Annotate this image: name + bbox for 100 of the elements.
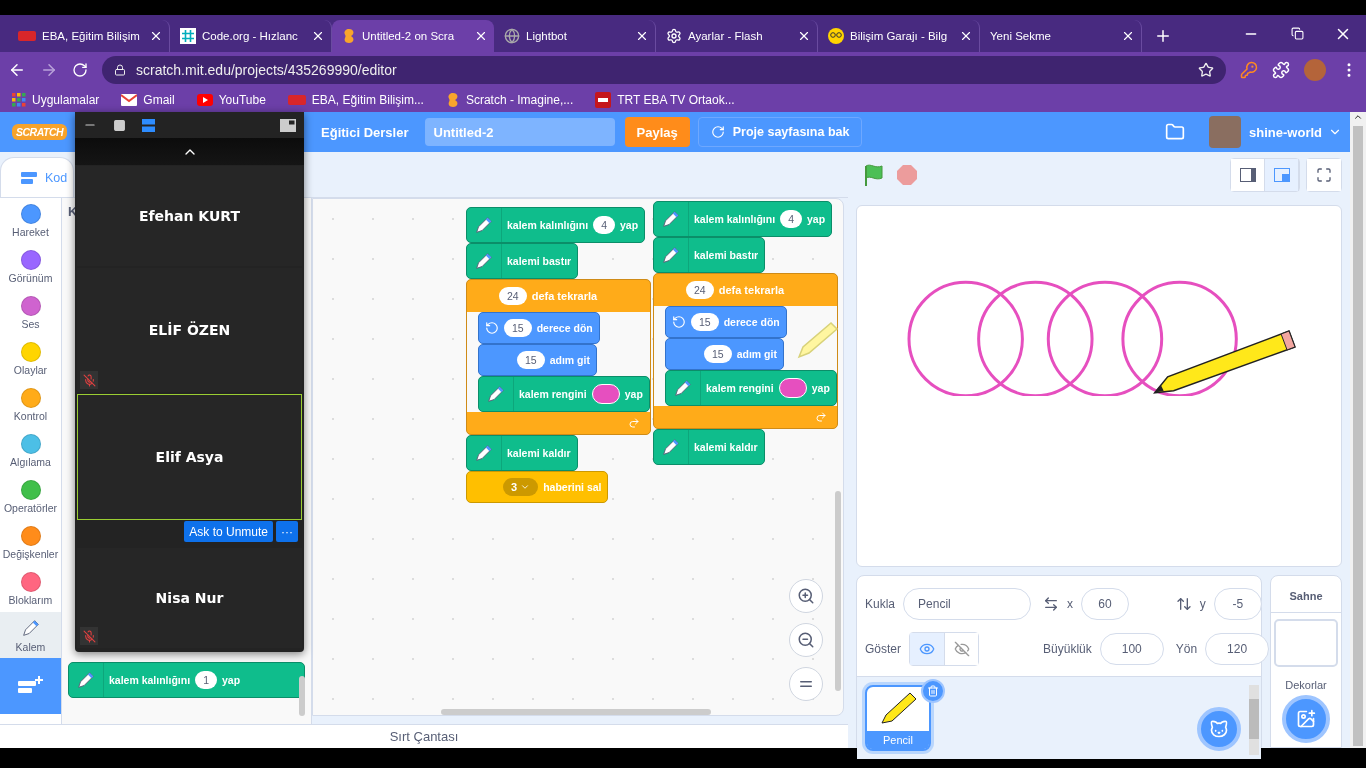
participant-name: ELİF ÖZEN [148,322,231,338]
show-label: Göster [865,642,901,656]
add-backdrop-button[interactable] [1282,695,1330,743]
pen-icon [660,436,682,458]
hide-button[interactable] [944,633,978,665]
add-sprite-button[interactable] [1197,707,1241,751]
code-block[interactable]: 15 derece dön [665,306,787,338]
close-icon[interactable] [1121,29,1135,43]
vertical-arrow-icon [1175,596,1192,612]
address-bar[interactable]: scratch.mit.edu/projects/435269990/editor [102,56,1226,84]
flag-icon[interactable] [862,162,886,187]
category-item[interactable]: Değişkenler [0,520,61,566]
code-block[interactable]: 15 adım git [478,344,597,376]
zoom-in-button[interactable] [789,579,823,613]
y-field[interactable]: -5 [1213,588,1262,620]
repeat-block[interactable]: 24 defa tekrarla 15 derece dön 15 adım git kalem rengini yap [653,273,838,429]
number-input[interactable]: 15 [504,319,532,337]
block-label: kalemi kaldır [694,441,758,453]
category-item[interactable]: Hareket [0,198,61,244]
url-text: scratch.mit.edu/projects/435269990/editor [136,62,397,78]
forward-icon[interactable] [40,61,58,79]
close-icon[interactable] [149,29,163,43]
new-tab-icon[interactable] [1154,27,1172,45]
number-input[interactable]: 4 [593,216,615,234]
bookmark-link[interactable]: Scratch - Imagine,... [445,92,574,108]
block-label: derece dön [536,322,593,334]
back-icon[interactable] [8,61,26,79]
tab-title: Ayarlar - Flash [688,30,764,42]
category-item[interactable]: Ses [0,290,61,336]
block-label: kalem kalınlığını [694,213,776,225]
x-field[interactable]: 60 [1081,588,1130,620]
repeat-block[interactable]: 24 defa tekrarla 15 derece dön 15 adım git kalem rengini yap [466,279,651,435]
number-input[interactable]: 24 [686,281,714,299]
close-icon[interactable] [797,29,811,43]
category-label: Hareket [12,226,49,238]
number-input[interactable]: 1 [195,671,217,689]
bookmark-link[interactable]: Uygulamalar [12,93,100,107]
category-item[interactable]: Operatörler [0,474,61,520]
code-block[interactable]: 15 adım git [665,338,784,370]
exit-view-icon[interactable] [280,118,296,132]
number-input[interactable]: 15 [704,345,732,363]
window-icon[interactable] [113,118,126,132]
bookmark-link[interactable]: EBA, Eğitim Bilişim... [287,93,424,107]
number-input[interactable]: 15 [517,351,545,369]
stage-thumbnail[interactable] [1274,619,1338,667]
x-label: x [1067,597,1074,611]
color-swatch[interactable] [591,384,620,404]
block-label: kalemi kaldır [507,447,571,459]
sprite-name-field[interactable]: Pencil [903,588,1032,620]
bookmark-link[interactable]: YouTube [196,93,266,107]
fullscreen-button[interactable] [1307,158,1341,191]
category-item[interactable]: Kontrol [0,382,61,428]
code-block[interactable]: kalem kalınlığını 4 yap [653,201,833,237]
folder-icon[interactable] [1165,122,1186,142]
category-item[interactable]: Algılama [0,428,61,474]
category-item[interactable]: Olaylar [0,336,61,382]
eye-icon [919,641,935,657]
block-label: yap [619,219,639,231]
add-extension-button[interactable] [0,658,61,714]
close-icon[interactable] [311,29,325,43]
category-item[interactable]: Görünüm [0,244,61,290]
key-icon[interactable] [1240,61,1258,79]
bookmark-star-icon[interactable] [1198,62,1214,78]
code-block[interactable]: 15 derece dön [478,312,600,344]
close-icon[interactable] [635,29,649,43]
zoom-in-icon [797,587,815,605]
backpack-bar[interactable]: Sırt Çantası [0,724,848,748]
reset-zoom-button[interactable] [789,667,823,701]
code-block[interactable]: kalem kalınlığını 4 yap [466,207,646,243]
category-label: Operatörler [3,502,58,514]
zoom-out-button[interactable] [789,623,823,657]
scrollbar-thumb[interactable] [1249,699,1259,739]
scrollbar-thumb[interactable] [1353,126,1363,746]
number-input[interactable]: 15 [691,313,719,331]
bookmark-link[interactable]: Gmail [121,93,175,107]
horizontal-arrow-icon [1043,596,1060,612]
close-icon[interactable] [474,29,488,43]
tab-title: EBA, Eğitim Bilişim [42,30,141,42]
category-item[interactable]: Bloklarım [0,566,61,612]
number-input[interactable]: 4 [780,210,802,228]
number-input[interactable]: 24 [499,287,527,305]
block-label: kalem kalınlığını [109,674,191,686]
stacked-view-icon[interactable] [142,118,155,132]
scroll-up-icon[interactable] [1353,112,1363,122]
color-swatch[interactable] [778,378,807,398]
delete-button[interactable] [921,679,945,703]
browser-tab[interactable]: Untitled-2 on Scra [332,20,494,52]
meeting-action-button[interactable]: Ask to Unmute [184,521,273,542]
category-label: Kontrol [13,410,48,422]
meeting-action-button[interactable]: ··· [276,521,298,542]
reload-icon[interactable] [72,62,88,78]
bookmark-link[interactable]: TRT EBA TV Ortaok... [595,92,735,108]
category-item[interactable]: Kalem [0,612,61,658]
restore-icon[interactable] [1290,27,1304,40]
close-icon[interactable] [959,29,973,43]
size-field[interactable]: 100 [1099,633,1164,665]
puzzle-icon[interactable] [1272,61,1290,79]
code-block[interactable]: kalem kalınlığını 1 yap [68,662,305,698]
direction-field[interactable]: 120 [1205,633,1270,665]
small-stage-button[interactable] [1231,158,1265,191]
